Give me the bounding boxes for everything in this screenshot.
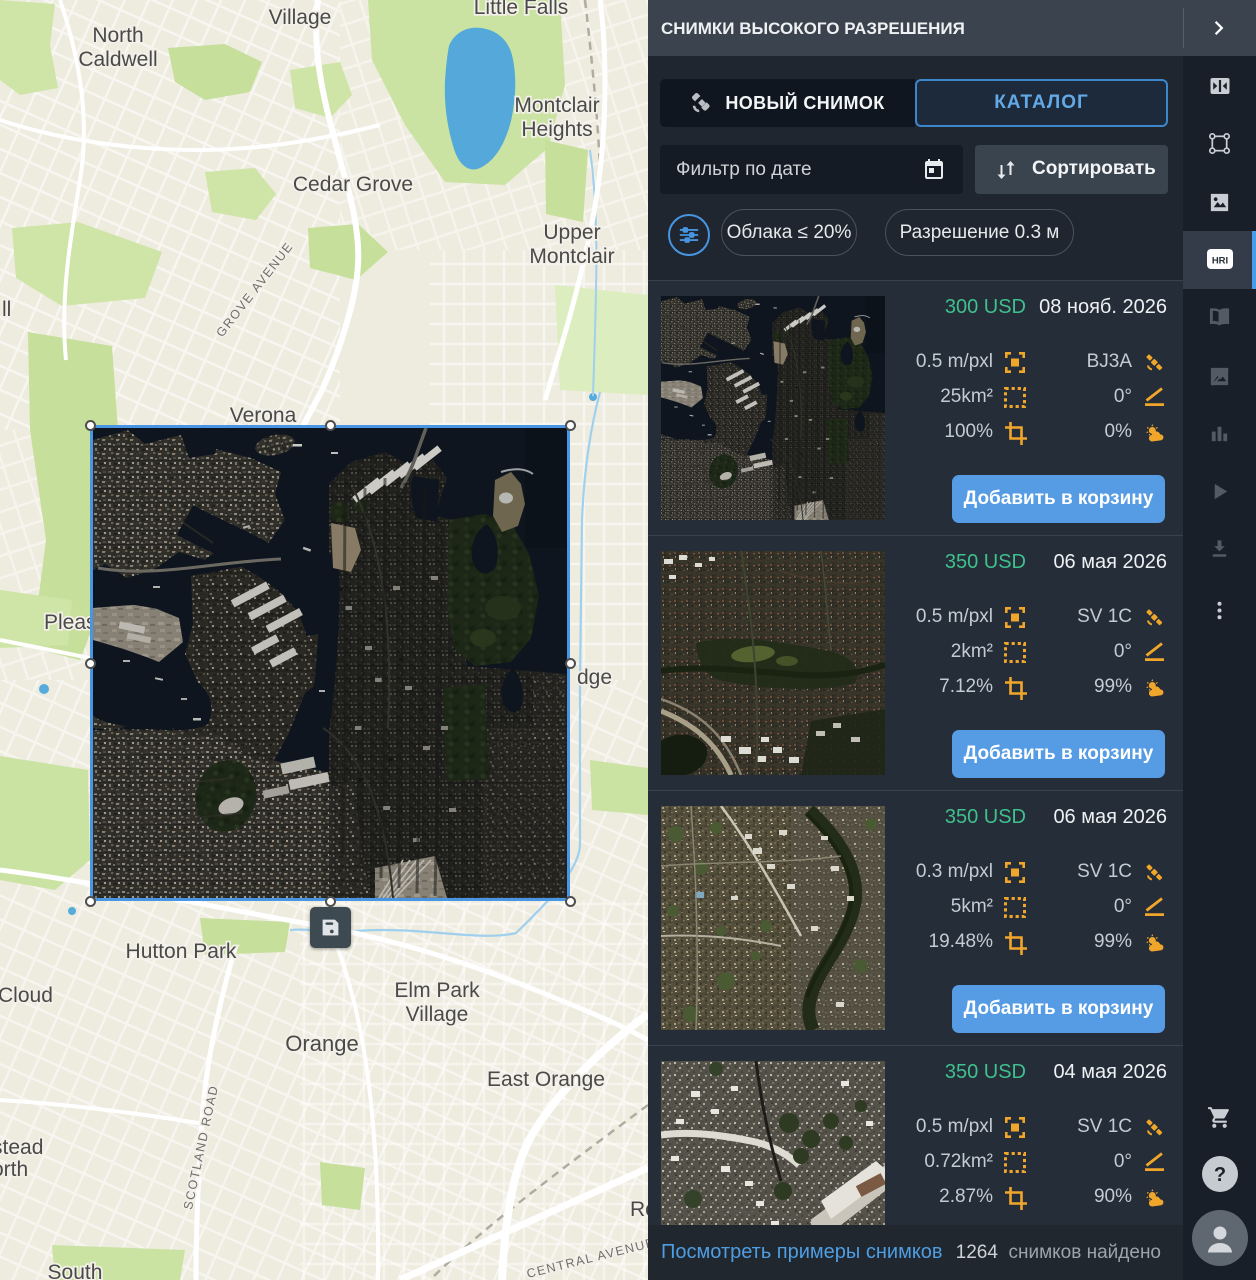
svg-text:Pleas: Pleas bbox=[44, 611, 97, 634]
svg-text:South: South bbox=[48, 1261, 103, 1280]
svg-text:Orange: Orange bbox=[285, 1031, 358, 1056]
svg-text:stead: stead bbox=[0, 1136, 43, 1159]
svg-text:ll: ll bbox=[2, 298, 11, 321]
svg-text:Village: Village bbox=[406, 1003, 469, 1026]
svg-text:Montclair: Montclair bbox=[529, 245, 614, 268]
svg-text:Hutton Park: Hutton Park bbox=[126, 940, 237, 963]
svg-text:Cedar Grove: Cedar Grove bbox=[293, 173, 413, 196]
svg-text:North: North bbox=[92, 24, 143, 47]
svg-text:Little Falls: Little Falls bbox=[474, 0, 569, 19]
svg-text:Verona: Verona bbox=[230, 404, 297, 427]
svg-text:Cloud: Cloud bbox=[0, 984, 53, 1007]
svg-text:dge: dge bbox=[577, 666, 612, 689]
svg-text:East Orange: East Orange bbox=[487, 1068, 605, 1091]
svg-text:?: ? bbox=[1213, 1164, 1225, 1186]
svg-text:Montclair: Montclair bbox=[514, 94, 599, 117]
svg-text:Village: Village bbox=[269, 6, 332, 29]
svg-text:HRI: HRI bbox=[1211, 256, 1227, 267]
svg-text:Elm Park: Elm Park bbox=[394, 979, 480, 1002]
svg-text:Heights: Heights bbox=[521, 118, 592, 141]
svg-text:Caldwell: Caldwell bbox=[78, 48, 157, 71]
svg-text:Ro: Ro bbox=[630, 1198, 648, 1221]
svg-text:orth: orth bbox=[0, 1158, 28, 1181]
svg-text:Upper: Upper bbox=[543, 221, 600, 244]
